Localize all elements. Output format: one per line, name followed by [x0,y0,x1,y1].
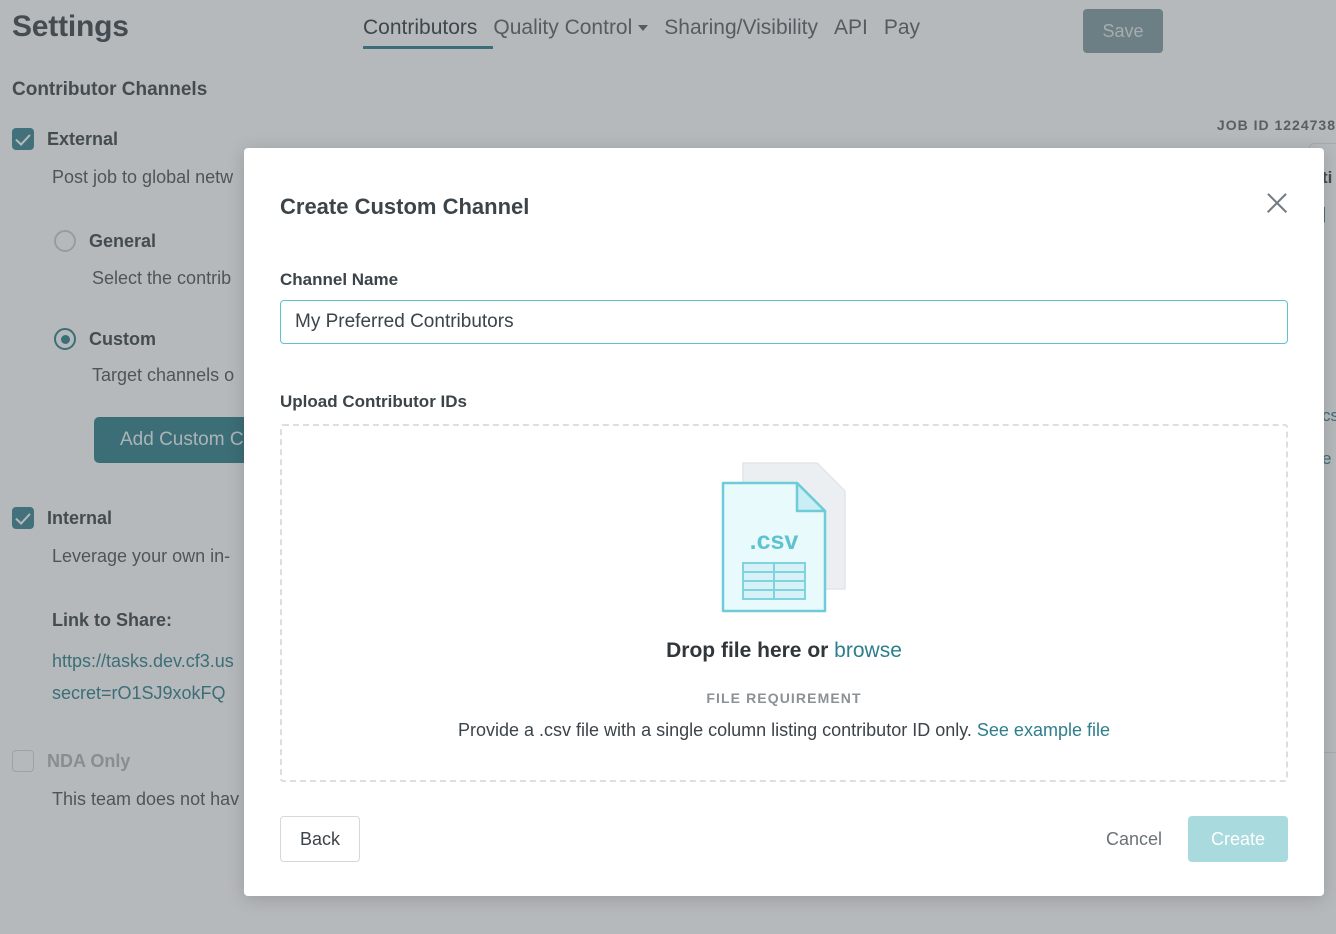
drop-file-text-row: Drop file here or browse [666,639,902,663]
upload-contributor-ids-label: Upload Contributor IDs [280,392,467,411]
channel-name-input[interactable] [280,300,1288,344]
create-custom-channel-dialog: Create Custom Channel Channel Name Uploa… [244,148,1324,896]
file-requirement-heading: FILE REQUIREMENT [706,690,862,706]
file-requirement-text: Provide a .csv file with a single column… [458,720,972,740]
csv-file-icon: .csv [721,462,846,613]
channel-name-label: Channel Name [280,270,399,289]
back-button[interactable]: Back [280,816,360,862]
file-requirement-text-row: Provide a .csv file with a single column… [458,720,1110,741]
cancel-button[interactable]: Cancel [1106,829,1162,850]
close-icon[interactable] [1260,186,1294,220]
drop-file-text: Drop file here or [666,639,829,662]
dialog-footer: Back Cancel Create [280,816,1288,862]
footer-right-actions: Cancel Create [1106,816,1288,862]
svg-text:.csv: .csv [750,527,799,555]
file-dropzone[interactable]: .csv Drop file here or browse FILE REQUI… [280,424,1288,782]
page-root: Settings Contributors Quality Control Sh… [0,0,1336,934]
dialog-title: Create Custom Channel [280,194,530,219]
see-example-file-link[interactable]: See example file [977,720,1110,740]
browse-link[interactable]: browse [834,639,902,662]
create-button[interactable]: Create [1188,816,1288,862]
